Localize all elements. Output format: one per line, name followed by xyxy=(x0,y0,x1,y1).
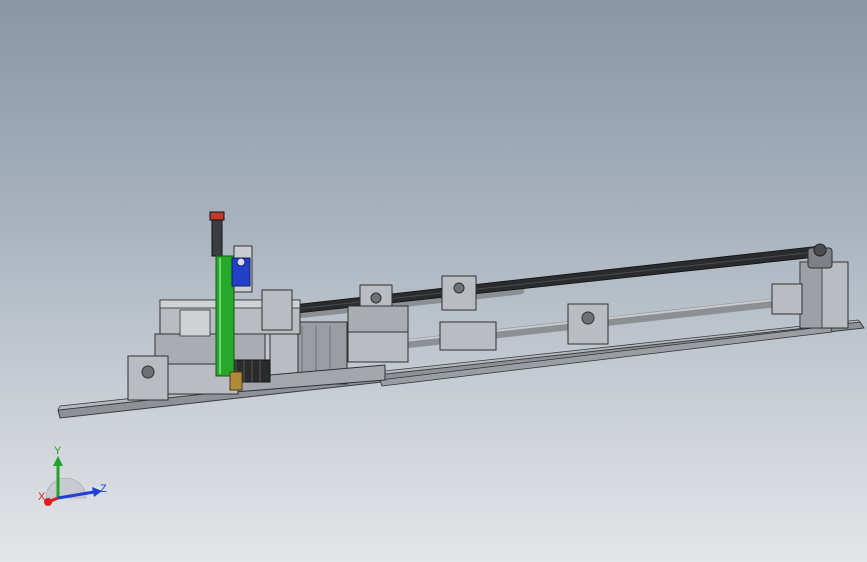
cad-viewport[interactable]: Y Z X xyxy=(0,0,867,562)
rod-support-1 xyxy=(567,303,609,345)
x-axis-label: X xyxy=(38,491,46,503)
rod-support-2 xyxy=(441,275,477,311)
view-orientation-triad[interactable]: Y Z X xyxy=(36,440,116,510)
cad-model-assembly[interactable] xyxy=(0,0,867,562)
z-axis-label: Z xyxy=(100,483,107,495)
linear-bearing-blocks xyxy=(347,305,497,363)
y-axis-label: Y xyxy=(54,445,62,457)
valve-block xyxy=(231,245,253,293)
